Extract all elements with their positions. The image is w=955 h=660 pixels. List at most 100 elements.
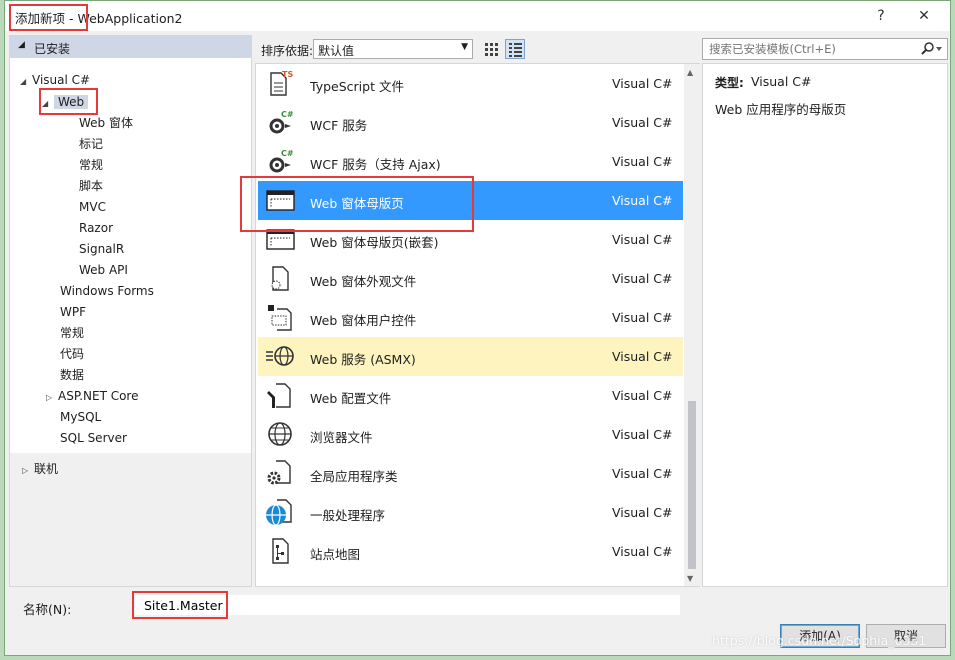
tree-item-signalr[interactable]: SignalR: [79, 239, 124, 259]
tree-item-windows-forms[interactable]: Windows Forms: [60, 281, 154, 301]
template-row-generic-handler[interactable]: 一般处理程序 Visual C#: [258, 493, 683, 532]
template-row-web-service[interactable]: Web 服务 (ASMX) Visual C#: [258, 337, 683, 376]
search-input[interactable]: [707, 40, 907, 58]
tree-label: Visual C#: [32, 73, 91, 87]
template-name: Web 窗体用户控件: [310, 313, 417, 328]
template-name: WCF 服务（支持 Ajax): [310, 157, 441, 172]
grid-view-button[interactable]: [481, 39, 501, 59]
master-page-icon: [266, 190, 295, 211]
scroll-down-icon[interactable]: ▼: [687, 574, 693, 583]
template-row-skin-file[interactable]: Web 窗体外观文件 Visual C#: [258, 259, 683, 298]
template-row-user-control[interactable]: Web 窗体用户控件 Visual C#: [258, 298, 683, 337]
template-name: Web 窗体母版页: [310, 196, 404, 211]
template-language: Visual C#: [612, 232, 673, 247]
tree-item-mysql[interactable]: MySQL: [60, 407, 101, 427]
sort-value: 默认值: [318, 44, 355, 58]
tree-item-web-api[interactable]: Web API: [79, 260, 128, 280]
wcf-ajax-service-icon: C#: [269, 149, 294, 173]
close-button[interactable]: ✕: [910, 5, 938, 27]
collapsed-arrow-icon: ▷: [46, 393, 53, 402]
template-row-global-app-class[interactable]: 全局应用程序类 Visual C#: [258, 454, 683, 493]
template-list-scrollbar[interactable]: ▲ ▼: [684, 64, 700, 586]
sort-label: 排序依据:: [261, 44, 314, 58]
desktop-frame: 添加新项 - WebApplication2 ? ✕ ◢ 已安装 ◢ Visual…: [0, 0, 955, 660]
template-name: Web 窗体母版页(嵌套): [310, 235, 439, 250]
collapsed-arrow-icon: ▷: [22, 466, 29, 475]
dialog-title: 添加新项 - WebApplication2: [15, 11, 183, 26]
template-language: Visual C#: [612, 115, 673, 130]
template-name: TypeScript 文件: [310, 79, 404, 94]
template-name: 全局应用程序类: [310, 469, 398, 484]
tree-item-visual-csharp[interactable]: ◢ Visual C#: [20, 70, 90, 90]
tree-item-script[interactable]: 脚本: [79, 176, 103, 196]
tree-item-general[interactable]: 常规: [79, 155, 103, 175]
template-language: Visual C#: [612, 271, 673, 286]
tree-item-sql-server[interactable]: SQL Server: [60, 428, 127, 448]
nested-master-page-icon: [266, 229, 295, 250]
template-row-sitemap[interactable]: 站点地图 Visual C#: [258, 532, 683, 571]
browser-file-icon: [268, 422, 292, 446]
tree-item-razor[interactable]: Razor: [79, 218, 113, 238]
template-name: 浏览器文件: [310, 430, 373, 445]
tree-item-code[interactable]: 代码: [60, 344, 84, 364]
template-name: 一般处理程序: [310, 508, 386, 523]
tree-item-data[interactable]: 数据: [60, 365, 84, 385]
svg-text:TS: TS: [282, 70, 293, 79]
grid-view-icon: [485, 43, 498, 56]
title-bar: 添加新项 - WebApplication2 ? ✕: [5, 1, 950, 31]
scroll-up-icon[interactable]: ▲: [687, 68, 693, 77]
template-name: Web 服务 (ASMX): [310, 352, 416, 367]
template-row-nested-master-page[interactable]: Web 窗体母版页(嵌套) Visual C#: [258, 220, 683, 259]
tree-label: ASP.NET Core: [58, 389, 139, 403]
web-service-icon: [266, 346, 294, 366]
template-row-browser-file[interactable]: 浏览器文件 Visual C#: [258, 415, 683, 454]
name-field[interactable]: [135, 595, 680, 615]
template-language: Visual C#: [612, 154, 673, 169]
tree-item-general-2[interactable]: 常规: [60, 323, 84, 343]
expanded-arrow-icon: ◢: [20, 77, 27, 86]
template-row-config-file[interactable]: Web 配置文件 Visual C#: [258, 376, 683, 415]
tree-item-web[interactable]: ◢ Web: [42, 92, 89, 112]
tree-item-markup[interactable]: 标记: [79, 134, 103, 154]
template-row-typescript[interactable]: TS TypeScript 文件 Visual C#: [258, 64, 683, 103]
template-row-wcf-ajax[interactable]: C# WCF 服务（支持 Ajax) Visual C#: [258, 142, 683, 181]
sitemap-icon: [272, 538, 289, 564]
template-search-box[interactable]: [702, 38, 948, 60]
wcf-service-icon: C#: [269, 110, 294, 134]
tree-item-wpf[interactable]: WPF: [60, 302, 86, 322]
scrollbar-thumb[interactable]: [688, 401, 696, 569]
sort-dropdown[interactable]: 默认值 ▼: [313, 39, 473, 59]
search-icon: [921, 42, 942, 55]
installed-label: 已安装: [34, 42, 71, 56]
template-description: Web 应用程序的母版页: [715, 102, 847, 117]
add-new-item-dialog: 添加新项 - WebApplication2 ? ✕ ◢ 已安装 ◢ Visual…: [4, 0, 951, 656]
tree-item-aspnet-core[interactable]: ▷ ASP.NET Core: [46, 386, 138, 406]
list-view-button[interactable]: [505, 39, 525, 59]
type-label: 类型:: [715, 76, 744, 90]
collapse-arrow-icon: ◢: [18, 40, 25, 50]
template-language: Visual C#: [612, 505, 673, 520]
watermark-text: https://blog.csdn.net/Sophia_0331: [712, 633, 927, 648]
config-file-icon: [267, 383, 291, 408]
chevron-down-icon: ▼: [461, 42, 468, 52]
template-name: Web 窗体外观文件: [310, 274, 417, 289]
tree-item-web-forms[interactable]: Web 窗体: [79, 113, 133, 133]
template-language: Visual C#: [612, 544, 673, 559]
type-value: Visual C#: [751, 74, 812, 89]
help-button[interactable]: ?: [867, 5, 895, 27]
expanded-arrow-icon: ◢: [42, 99, 49, 108]
search-button[interactable]: [919, 41, 943, 57]
tree-item-mvc[interactable]: MVC: [79, 197, 106, 217]
template-language: Visual C#: [612, 388, 673, 403]
user-control-icon: [268, 305, 292, 331]
typescript-file-icon: TS: [270, 70, 293, 96]
tree-item-online[interactable]: ▷ 联机: [22, 459, 58, 479]
generic-handler-icon: [266, 499, 292, 526]
installed-header[interactable]: ◢ 已安装: [10, 36, 251, 58]
template-row-wcf-service[interactable]: C# WCF 服务 Visual C#: [258, 103, 683, 142]
tree-label-web: Web: [54, 95, 89, 109]
list-view-icon: [509, 43, 522, 57]
skin-file-icon: [271, 266, 289, 291]
template-row-master-page[interactable]: Web 窗体母版页 Visual C#: [258, 181, 683, 220]
name-label: 名称(N):: [23, 602, 72, 617]
